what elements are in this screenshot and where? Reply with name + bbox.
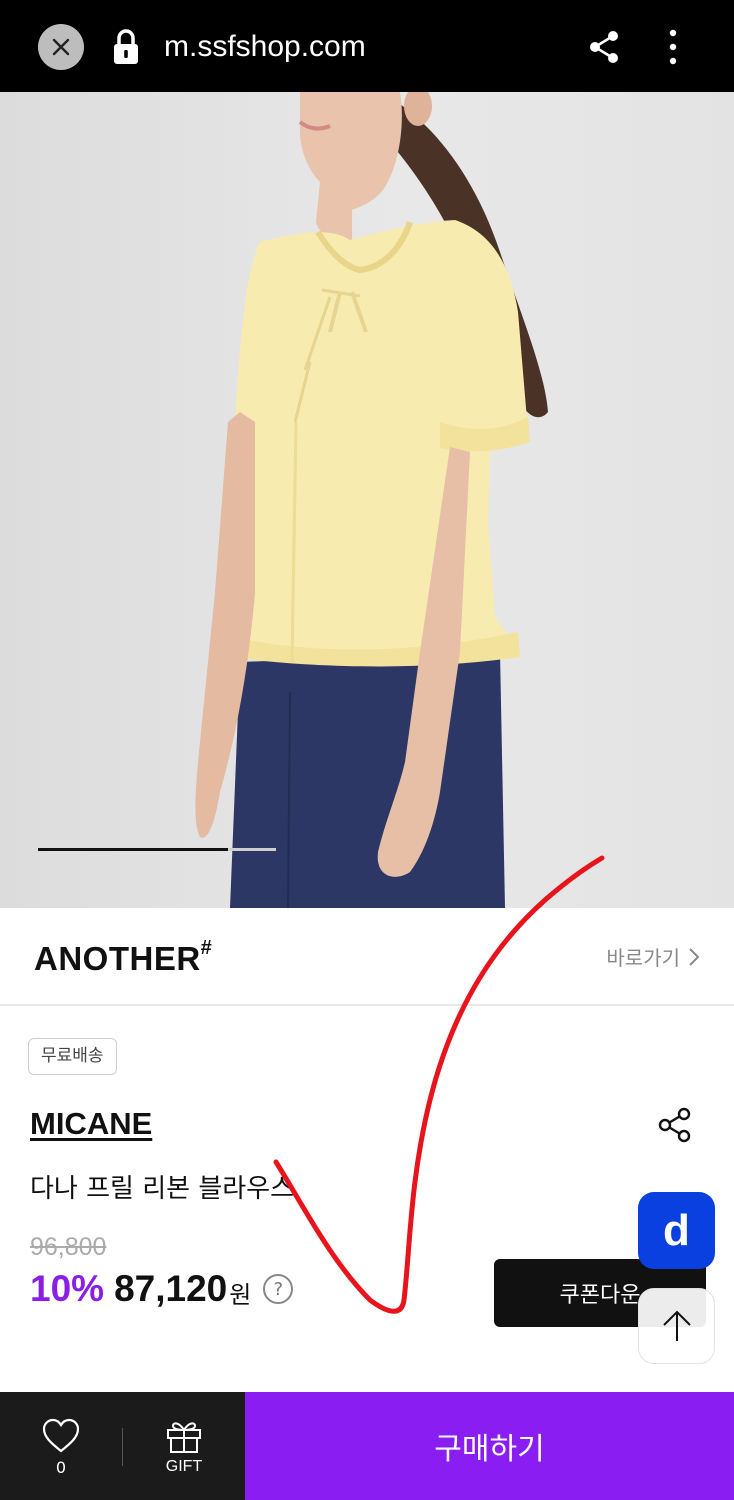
floating-app-button[interactable]: d <box>638 1192 715 1269</box>
product-name: 다나 프릴 리본 블라우스 <box>30 1174 294 1204</box>
scroll-to-top-button[interactable] <box>638 1288 715 1364</box>
brand-shortcut-link[interactable]: 바로가기 <box>606 942 700 971</box>
like-count: 0 <box>55 1458 67 1477</box>
more-vertical-icon[interactable] <box>662 28 684 66</box>
brand-logo-mark: # <box>200 937 213 959</box>
chevron-right-icon <box>689 947 700 966</box>
brand-banner[interactable]: ANOTHER# 바로가기 <box>0 908 734 1006</box>
bottom-action-bar: 0 GIFT 구매하기 <box>0 1392 734 1500</box>
arrow-up-icon <box>662 1310 691 1341</box>
close-icon <box>52 38 70 56</box>
gift-label: GIFT <box>165 1458 203 1475</box>
divider <box>122 1428 123 1466</box>
bottom-left-actions: 0 GIFT <box>0 1392 245 1500</box>
brand-logo: ANOTHER# <box>34 937 213 978</box>
sale-price: 87,120 <box>114 1268 228 1309</box>
product-brand-link[interactable]: MICANE <box>30 1106 152 1142</box>
browser-toolbar: m.ssfshop.com <box>0 0 734 92</box>
help-icon[interactable]: ? <box>263 1274 294 1304</box>
brand-shortcut-label: 바로가기 <box>606 946 680 970</box>
original-price: 96,800 <box>30 1233 107 1261</box>
product-image-carousel[interactable] <box>0 92 734 908</box>
share-icon[interactable] <box>588 30 620 64</box>
discount-rate: 10% <box>30 1268 105 1309</box>
currency-unit: 원 <box>229 1280 252 1309</box>
buy-now-button[interactable]: 구매하기 <box>245 1392 734 1500</box>
gift-button[interactable]: GIFT <box>144 1418 224 1482</box>
heart-icon <box>42 1418 80 1453</box>
close-tab-button[interactable] <box>38 24 84 70</box>
product-photo <box>0 92 734 908</box>
share-icon[interactable] <box>656 1106 694 1144</box>
like-button[interactable]: 0 <box>20 1418 102 1482</box>
brand-logo-text: ANOTHER <box>34 940 201 977</box>
price-row: 10% 87,120 원 ? <box>30 1268 294 1310</box>
image-slider-indicator <box>38 848 228 851</box>
gift-icon <box>167 1422 201 1453</box>
lock-icon <box>114 29 138 64</box>
free-shipping-badge: 무료배송 <box>28 1038 117 1075</box>
address-bar-url[interactable]: m.ssfshop.com <box>164 28 366 66</box>
